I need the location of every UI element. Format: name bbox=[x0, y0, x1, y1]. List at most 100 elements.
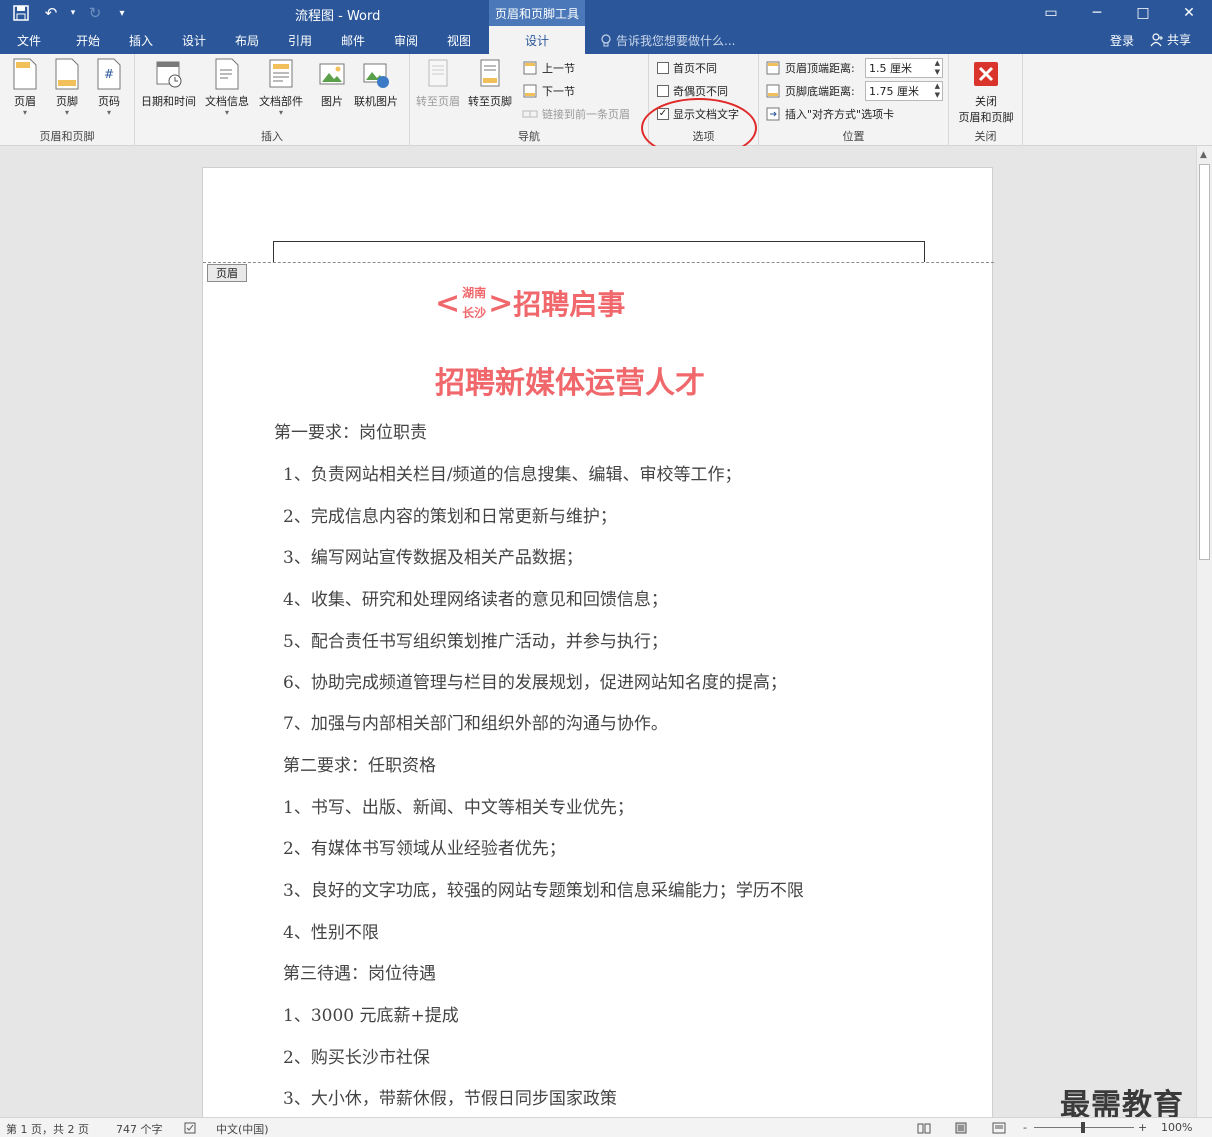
scroll-up-icon[interactable]: ▲ bbox=[1200, 150, 1207, 160]
tab-mailings[interactable]: 邮件 bbox=[327, 26, 379, 54]
maximize-icon[interactable]: □ bbox=[1120, 0, 1166, 26]
goto-footer-button[interactable]: 转至页脚 bbox=[468, 58, 512, 109]
doc-line: 1、负责网站相关栏目/频道的信息搜集、编辑、审校等工作； bbox=[283, 465, 742, 485]
footer-page-icon bbox=[55, 58, 79, 90]
close-icon[interactable]: ✕ bbox=[1166, 0, 1212, 26]
print-layout-icon[interactable] bbox=[954, 1122, 968, 1134]
web-layout-icon[interactable] bbox=[992, 1122, 1006, 1134]
group-close: 关闭 页眉和页脚 关闭 bbox=[949, 54, 1023, 146]
alignment-tab-icon bbox=[766, 107, 780, 121]
doc-subtitle: 招聘新媒体运营人才 bbox=[435, 366, 705, 401]
footer-distance-icon bbox=[766, 84, 780, 98]
share-button[interactable]: 共享 bbox=[1150, 31, 1191, 48]
spin-arrows-icon[interactable]: ▲ ▼ bbox=[935, 59, 940, 77]
doc-info-button[interactable]: 文档信息 ▾ bbox=[205, 58, 249, 117]
ribbon-display-options-icon[interactable]: ▭ bbox=[1028, 0, 1074, 26]
zoom-level[interactable]: 100% bbox=[1161, 1121, 1192, 1134]
zoom-in-button[interactable]: + bbox=[1138, 1121, 1147, 1134]
first-page-different-checkbox[interactable]: 首页不同 bbox=[657, 58, 717, 78]
show-doc-text-checkbox-box[interactable]: ✓ bbox=[657, 108, 669, 120]
zoom-slider-thumb[interactable] bbox=[1081, 1122, 1085, 1133]
doc-line: 3、大小休，带薪休假，节假日同步国家政策 bbox=[283, 1089, 617, 1109]
group-options: 首页不同 奇偶页不同 ✓ 显示文档文字 选项 bbox=[649, 54, 759, 146]
save-icon[interactable] bbox=[8, 2, 34, 24]
minimize-icon[interactable]: ─ bbox=[1074, 0, 1120, 26]
proofing-icon[interactable] bbox=[184, 1122, 198, 1134]
page-count[interactable]: 第 1 页，共 2 页 bbox=[6, 1121, 89, 1137]
tab-header-footer-design[interactable]: 设计 bbox=[489, 26, 585, 54]
doc-line: 7、加强与内部相关部门和组织外部的沟通与协作。 bbox=[283, 714, 668, 734]
show-document-text-checkbox[interactable]: ✓ 显示文档文字 bbox=[657, 104, 739, 124]
header-border bbox=[273, 241, 925, 262]
doc-line: 4、性别不限 bbox=[283, 923, 379, 943]
doc-line: 2、完成信息内容的策划和日常更新与维护； bbox=[283, 507, 617, 527]
group-position: 页眉顶端距离: 1.5 厘米 ▲ ▼ 页脚底端距离: 1.75 厘米 ▲ ▼ 插入"… bbox=[759, 54, 949, 146]
ribbon: 页眉 ▾ 页脚 ▾ # 页码 ▾ 页眉和页脚 日期和时间 文档信息 ▾ 文档部件… bbox=[0, 54, 1212, 158]
read-mode-icon[interactable] bbox=[917, 1122, 931, 1134]
tab-review[interactable]: 审阅 bbox=[380, 26, 432, 54]
date-time-button[interactable]: 日期和时间 bbox=[141, 58, 196, 109]
vertical-scrollbar[interactable]: ▲ bbox=[1196, 146, 1212, 1117]
sign-in-link[interactable]: 登录 bbox=[1110, 32, 1134, 49]
tell-me-box[interactable]: 告诉我您想要做什么... bbox=[600, 32, 735, 49]
header-top-distance-label: 页眉顶端距离: bbox=[765, 58, 855, 78]
previous-section-button[interactable]: 上一节 bbox=[522, 58, 575, 78]
header-page-icon bbox=[13, 58, 37, 90]
page-number-button[interactable]: # 页码 ▾ bbox=[94, 58, 124, 117]
language-indicator[interactable]: 中文(中国) bbox=[216, 1121, 269, 1137]
status-bar: 第 1 页，共 2 页 747 个字 中文(中国) - + 100% bbox=[0, 1117, 1212, 1137]
group-label-navigation: 导航 bbox=[518, 130, 540, 143]
person-icon bbox=[1150, 32, 1163, 46]
redo-icon[interactable]: ↻ bbox=[82, 2, 108, 24]
goto-footer-icon bbox=[480, 59, 500, 87]
picture-button[interactable]: 图片 bbox=[317, 58, 347, 109]
doc-line: 1、书写、出版、新闻、中文等相关专业优先； bbox=[283, 798, 634, 818]
insert-alignment-tab-button[interactable]: 插入"对齐方式"选项卡 bbox=[765, 104, 894, 124]
quick-access-toolbar: ↶ ▾ ↻ ▾ bbox=[8, 2, 132, 24]
group-label-options: 选项 bbox=[692, 130, 715, 143]
link-to-previous-button[interactable]: 链接到前一条页眉 bbox=[522, 104, 630, 124]
tab-references[interactable]: 引用 bbox=[274, 26, 326, 54]
tab-insert[interactable]: 插入 bbox=[115, 26, 167, 54]
tab-layout[interactable]: 布局 bbox=[221, 26, 273, 54]
doc-line: 2、有媒体书写领域从业经验者优先； bbox=[283, 839, 566, 859]
scrollbar-thumb[interactable] bbox=[1199, 164, 1210, 560]
close-header-footer-button[interactable]: 关闭 页眉和页脚 bbox=[954, 58, 1018, 125]
zoom-out-button[interactable]: - bbox=[1023, 1121, 1027, 1134]
doc-parts-button[interactable]: 文档部件 ▾ bbox=[259, 58, 303, 117]
group-label-header-footer: 页眉和页脚 bbox=[39, 130, 95, 143]
undo-dropdown-icon[interactable]: ▾ bbox=[68, 2, 78, 24]
word-count[interactable]: 747 个字 bbox=[116, 1121, 163, 1137]
tab-design[interactable]: 设计 bbox=[168, 26, 220, 54]
online-picture-button[interactable]: 联机图片 bbox=[354, 58, 398, 109]
document-area[interactable]: 页眉 < 湖南 长沙 > 招聘启事 招聘新媒体运营人才 第一要求：岗位职责 1、… bbox=[0, 146, 1196, 1117]
context-tab-header: 页眉和页脚工具 bbox=[489, 0, 585, 26]
goto-header-button[interactable]: 转至页眉 bbox=[416, 58, 460, 109]
group-label-position: 位置 bbox=[842, 130, 865, 143]
doc-line: 6、协助完成频道管理与栏目的发展规划，促进网站知名度的提高； bbox=[283, 673, 787, 693]
odd-even-checkbox-box[interactable] bbox=[657, 85, 669, 97]
tab-file[interactable]: 文件 bbox=[0, 26, 58, 54]
window-title: 流程图 - Word bbox=[295, 9, 381, 24]
header-top-distance-input[interactable]: 1.5 厘米 ▲ ▼ bbox=[865, 58, 943, 78]
spin-arrows-icon[interactable]: ▲ ▼ bbox=[935, 82, 940, 100]
next-section-button[interactable]: 下一节 bbox=[522, 81, 575, 101]
undo-icon[interactable]: ↶ bbox=[38, 2, 64, 24]
footer-bottom-distance-input[interactable]: 1.75 厘米 ▲ ▼ bbox=[865, 81, 943, 101]
header-button[interactable]: 页眉 ▾ bbox=[10, 58, 40, 117]
document-page[interactable]: 页眉 < 湖南 长沙 > 招聘启事 招聘新媒体运营人才 第一要求：岗位职责 1、… bbox=[202, 167, 994, 1117]
link-icon bbox=[522, 110, 538, 118]
tab-view[interactable]: 视图 bbox=[433, 26, 485, 54]
picture-icon bbox=[319, 63, 345, 85]
footer-button[interactable]: 页脚 ▾ bbox=[52, 58, 82, 117]
goto-header-icon bbox=[428, 59, 448, 87]
page-number-icon: # bbox=[97, 58, 121, 90]
tab-home[interactable]: 开始 bbox=[62, 26, 114, 54]
doc-line: 3、良好的文字功底，较强的网站专题策划和信息采编能力；学历不限 bbox=[283, 881, 804, 901]
first-page-checkbox-box[interactable] bbox=[657, 62, 669, 74]
odd-even-different-checkbox[interactable]: 奇偶页不同 bbox=[657, 81, 728, 101]
title-right-bracket: > bbox=[488, 285, 514, 321]
lightbulb-icon bbox=[601, 33, 611, 46]
customize-qat-icon[interactable]: ▾ bbox=[112, 2, 132, 24]
close-red-x-icon bbox=[974, 62, 998, 86]
